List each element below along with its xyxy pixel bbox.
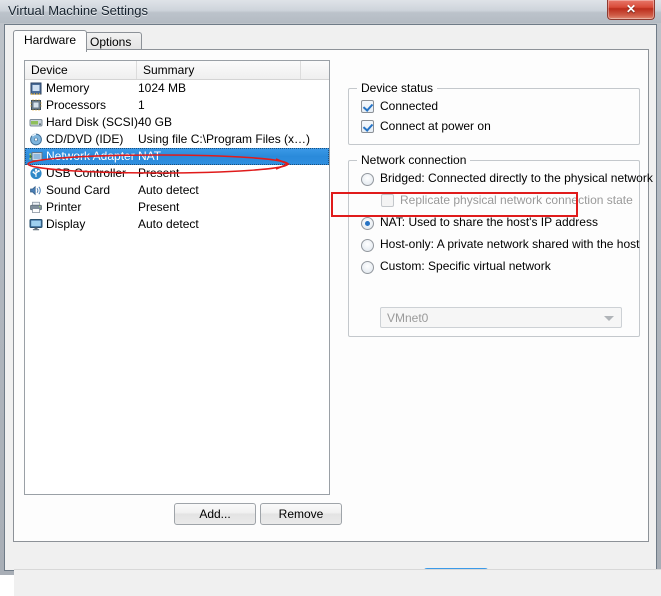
device-list-header: Device Summary <box>25 61 329 80</box>
processor-icon <box>29 99 43 112</box>
device-name: Sound Card <box>46 183 111 197</box>
column-header-blank[interactable] <box>301 61 329 79</box>
memory-icon <box>29 82 43 95</box>
device-name: USB Controller <box>46 166 127 180</box>
device-name: Memory <box>46 81 90 95</box>
table-row[interactable]: Processors 1 <box>25 97 329 114</box>
device-summary: Present <box>138 200 180 214</box>
radio-label: NAT: Used to share the host's IP address <box>380 215 598 229</box>
table-row[interactable]: Printer Present <box>25 199 329 216</box>
table-row[interactable]: Memory 1024 MB <box>25 80 329 97</box>
add-device-button[interactable]: Add... <box>174 503 256 525</box>
tab-strip: Hardware Options <box>13 30 649 52</box>
table-row[interactable]: Network Adapter NAT <box>25 148 329 165</box>
title-bar: Virtual Machine Settings ✕ <box>0 0 661 23</box>
device-summary: Present <box>138 166 180 180</box>
dialog-button-bar <box>14 569 661 596</box>
device-name: Hard Disk (SCSI) <box>46 115 139 129</box>
checkbox-label: Connect at power on <box>380 119 491 133</box>
column-header-device[interactable]: Device <box>25 61 137 79</box>
device-name: Processors <box>46 98 107 112</box>
network-adapter-icon <box>29 150 43 163</box>
hard-disk-icon <box>29 116 43 129</box>
checkbox-label: Replicate physical network connection st… <box>400 193 633 207</box>
device-name: CD/DVD (IDE) <box>46 132 124 146</box>
table-row[interactable]: Display Auto detect <box>25 216 329 233</box>
device-summary: 40 GB <box>138 115 173 129</box>
table-row[interactable]: CD/DVD (IDE) Using file C:\Program Files… <box>25 131 329 148</box>
device-status-group: Device status Connected Connect at power… <box>348 81 640 145</box>
device-name: Network Adapter <box>46 149 135 163</box>
radio-label: Bridged: Connected directly to the physi… <box>380 171 653 185</box>
radio-icon <box>361 261 374 274</box>
device-list-rows: Memory 1024 MB Processors 1 Hard Disk (S… <box>25 80 329 233</box>
custom-network-select[interactable]: VMnet0 <box>380 307 622 328</box>
checkbox-icon <box>361 100 374 113</box>
radio-label: Custom: Specific virtual network <box>380 259 551 273</box>
device-name: Display <box>46 217 86 231</box>
checkbox-icon <box>361 120 374 133</box>
radio-label: Host-only: A private network shared with… <box>380 237 640 251</box>
radio-icon <box>361 239 374 252</box>
radio-icon <box>361 173 374 186</box>
table-row[interactable]: Hard Disk (SCSI) 40 GB <box>25 114 329 131</box>
remove-device-button[interactable]: Remove <box>260 503 342 525</box>
device-summary: NAT <box>138 149 162 163</box>
dialog-client-area: Hardware Options Device Summary Memory 1… <box>4 24 661 596</box>
close-window-button[interactable]: ✕ <box>607 0 655 20</box>
cd-dvd-icon <box>29 133 43 146</box>
checkbox-label: Connected <box>380 99 439 113</box>
custom-network-value: VMnet0 <box>387 311 429 325</box>
device-summary: Using file C:\Program Files (x…) <box>138 132 311 146</box>
network-connection-legend: Network connection <box>357 153 471 167</box>
window-title: Virtual Machine Settings <box>8 3 148 18</box>
display-icon <box>29 218 43 231</box>
device-summary: 1024 MB <box>138 81 187 95</box>
sound-card-icon <box>29 184 43 197</box>
hardware-tab-panel: Device Summary Memory 1024 MB Processors… <box>13 49 661 596</box>
device-name: Printer <box>46 200 82 214</box>
radio-icon <box>361 217 374 230</box>
table-row[interactable]: Sound Card Auto detect <box>25 182 329 199</box>
device-list[interactable]: Device Summary Memory 1024 MB Processors… <box>24 60 330 495</box>
device-summary: Auto detect <box>138 183 199 197</box>
close-icon: ✕ <box>625 2 637 16</box>
checkbox-icon <box>381 194 394 207</box>
printer-icon <box>29 201 43 214</box>
device-status-legend: Device status <box>357 81 438 95</box>
table-row[interactable]: USB Controller Present <box>25 165 329 182</box>
column-header-summary[interactable]: Summary <box>137 61 301 79</box>
chevron-down-icon <box>604 316 614 321</box>
tab-hardware[interactable]: Hardware <box>13 30 88 52</box>
device-summary: 1 <box>138 98 145 112</box>
usb-controller-icon <box>29 167 43 180</box>
virtual-machine-settings-window: Virtual Machine Settings ✕ Hardware Opti… <box>0 0 661 596</box>
device-summary: Auto detect <box>138 217 199 231</box>
